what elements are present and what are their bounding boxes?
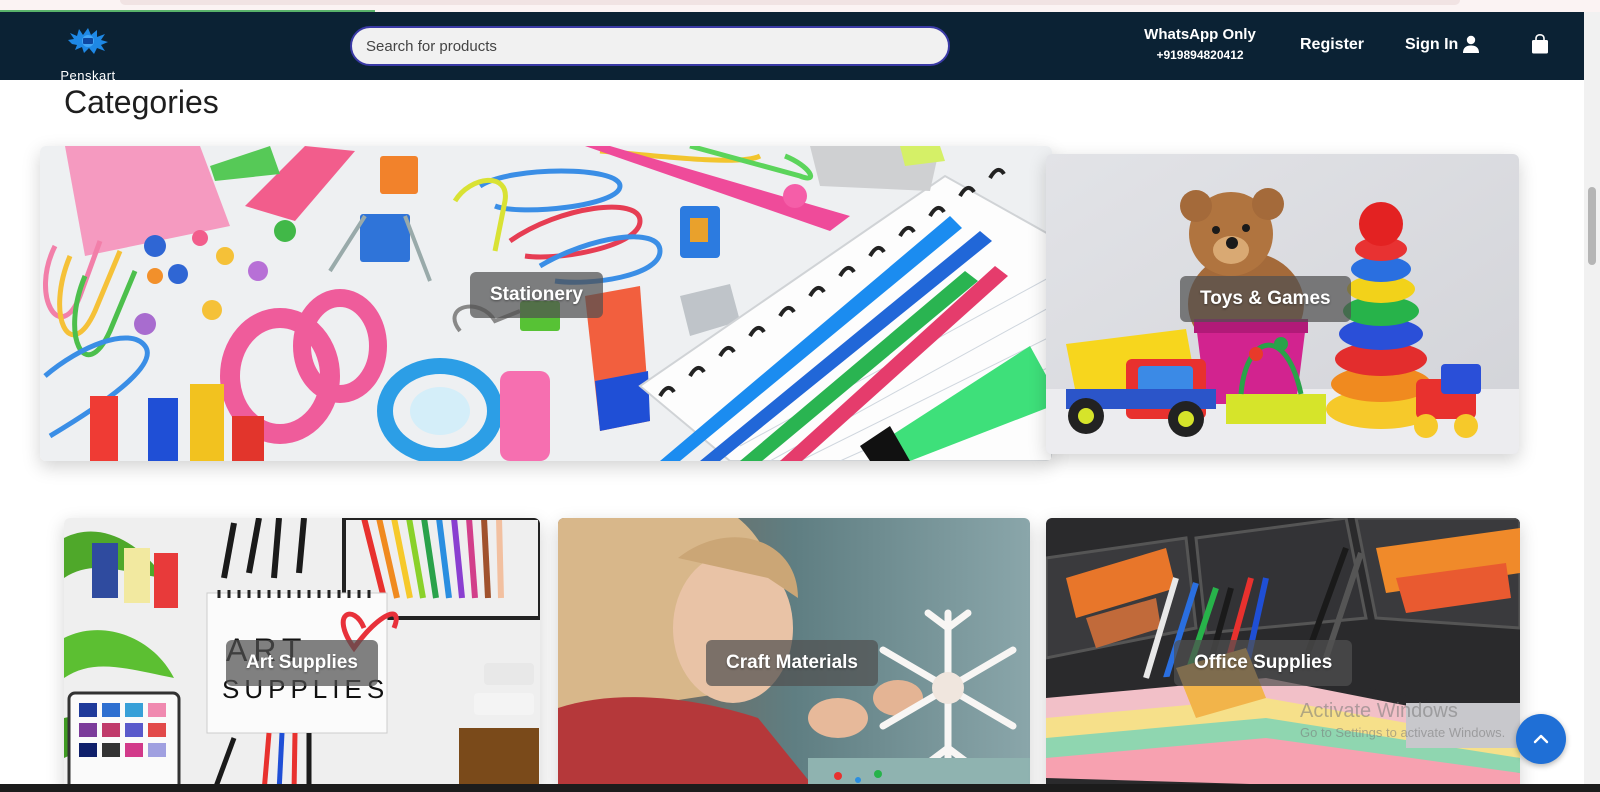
category-card-stationery[interactable]: Stationery: [40, 146, 1052, 461]
register-link[interactable]: Register: [1300, 36, 1364, 54]
watermark-line1: Activate Windows: [1300, 700, 1458, 722]
page-scrollbar[interactable]: [1584, 12, 1600, 792]
site-logo[interactable]: Penskart: [48, 26, 128, 83]
whatsapp-label: WhatsApp Only: [1144, 26, 1256, 43]
category-label: Stationery: [470, 272, 603, 318]
category-card-toys-games[interactable]: Toys & Games: [1046, 154, 1519, 454]
category-card-art-supplies[interactable]: ART SUPPLIES Art Supplies: [64, 518, 540, 792]
search-bar[interactable]: [350, 26, 950, 66]
scroll-to-top-button[interactable]: [1516, 714, 1566, 764]
browser-tab-pill: [120, 0, 1460, 5]
logo-splash-icon: [68, 28, 108, 54]
logo-text: Penskart: [60, 68, 116, 83]
user-icon[interactable]: [1461, 34, 1481, 54]
category-label: Art Supplies: [226, 640, 378, 686]
category-card-office-supplies[interactable]: Office Supplies: [1046, 518, 1520, 792]
category-label: Toys & Games: [1180, 276, 1351, 322]
signin-link[interactable]: Sign In: [1405, 36, 1458, 54]
category-card-craft-materials[interactable]: Craft Materials: [558, 518, 1030, 792]
os-activation-watermark: Activate Windows Go to Settings to activ…: [1300, 700, 1505, 740]
whatsapp-contact[interactable]: WhatsApp Only +919894820412: [1140, 26, 1260, 62]
chevron-up-icon: [1533, 734, 1549, 744]
section-title: Categories: [64, 84, 219, 120]
watermark-line2: Go to Settings to activate Windows.: [1300, 725, 1506, 740]
search-input[interactable]: [352, 28, 948, 64]
scrollbar-thumb[interactable]: [1588, 187, 1596, 265]
category-label: Craft Materials: [706, 640, 878, 686]
category-label: Office Supplies: [1174, 640, 1353, 686]
os-taskbar: [0, 784, 1600, 792]
whatsapp-number: +919894820412: [1156, 48, 1244, 62]
site-header: Penskart WhatsApp Only +919894820412 Reg…: [0, 12, 1584, 83]
page: Penskart WhatsApp Only +919894820412 Reg…: [0, 0, 1600, 792]
shopping-bag-icon[interactable]: [1531, 34, 1549, 54]
